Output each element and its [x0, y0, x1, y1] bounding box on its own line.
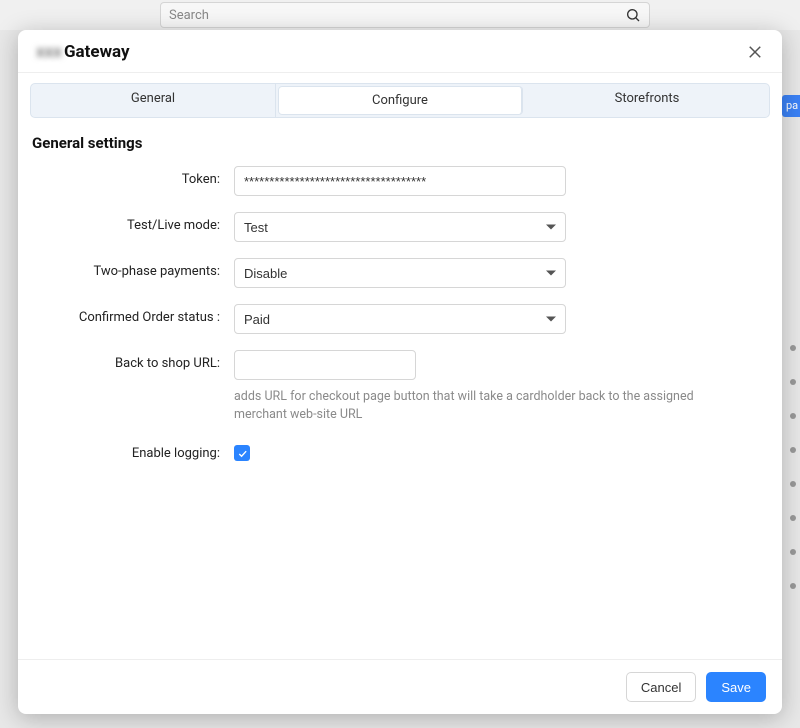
gateway-settings-modal: xxx Gateway General Configure Storefront… — [18, 30, 782, 714]
label-order-status: Confirmed Order status : — [32, 304, 234, 325]
back-url-field[interactable] — [234, 350, 416, 380]
row-mode: Test/Live mode: — [32, 212, 766, 242]
background-topbar: Search — [0, 0, 800, 30]
modal-header: xxx Gateway — [18, 30, 782, 73]
tab-configure[interactable]: Configure — [278, 86, 523, 115]
check-icon — [237, 448, 248, 459]
row-back-url: Back to shop URL: adds URL for checkout … — [32, 350, 766, 424]
save-button[interactable]: Save — [706, 672, 766, 702]
cancel-button[interactable]: Cancel — [626, 672, 696, 702]
tab-general[interactable]: General — [31, 84, 276, 117]
search-placeholder: Search — [169, 8, 209, 23]
label-two-phase: Two-phase payments: — [32, 258, 234, 279]
section-title: General settings — [32, 134, 766, 152]
row-token: Token: — [32, 166, 766, 196]
logging-checkbox[interactable] — [234, 445, 250, 461]
modal-title-prefix: xxx — [36, 42, 62, 62]
two-phase-select[interactable] — [234, 258, 566, 288]
background-ellipsis-column — [790, 345, 796, 589]
label-logging: Enable logging: — [32, 440, 234, 461]
background-search: Search — [160, 2, 650, 28]
row-logging: Enable logging: — [32, 440, 766, 463]
close-icon[interactable] — [746, 43, 764, 61]
modal-footer: Cancel Save — [18, 659, 782, 714]
label-token: Token: — [32, 166, 234, 187]
label-back-url: Back to shop URL: — [32, 350, 234, 371]
modal-title: xxx Gateway — [36, 42, 130, 62]
settings-tabs: General Configure Storefronts — [30, 83, 770, 118]
modal-title-text: Gateway — [64, 42, 130, 62]
background-badge: pa — [782, 95, 800, 117]
mode-select[interactable] — [234, 212, 566, 242]
order-status-select[interactable] — [234, 304, 566, 334]
back-url-help: adds URL for checkout page button that w… — [234, 388, 744, 424]
tab-storefronts[interactable]: Storefronts — [525, 84, 769, 117]
search-icon — [625, 7, 641, 23]
row-two-phase: Two-phase payments: — [32, 258, 766, 288]
row-order-status: Confirmed Order status : — [32, 304, 766, 334]
token-field[interactable] — [234, 166, 566, 196]
general-settings-section: General settings Token: Test/Live mode: … — [18, 118, 782, 479]
label-mode: Test/Live mode: — [32, 212, 234, 233]
